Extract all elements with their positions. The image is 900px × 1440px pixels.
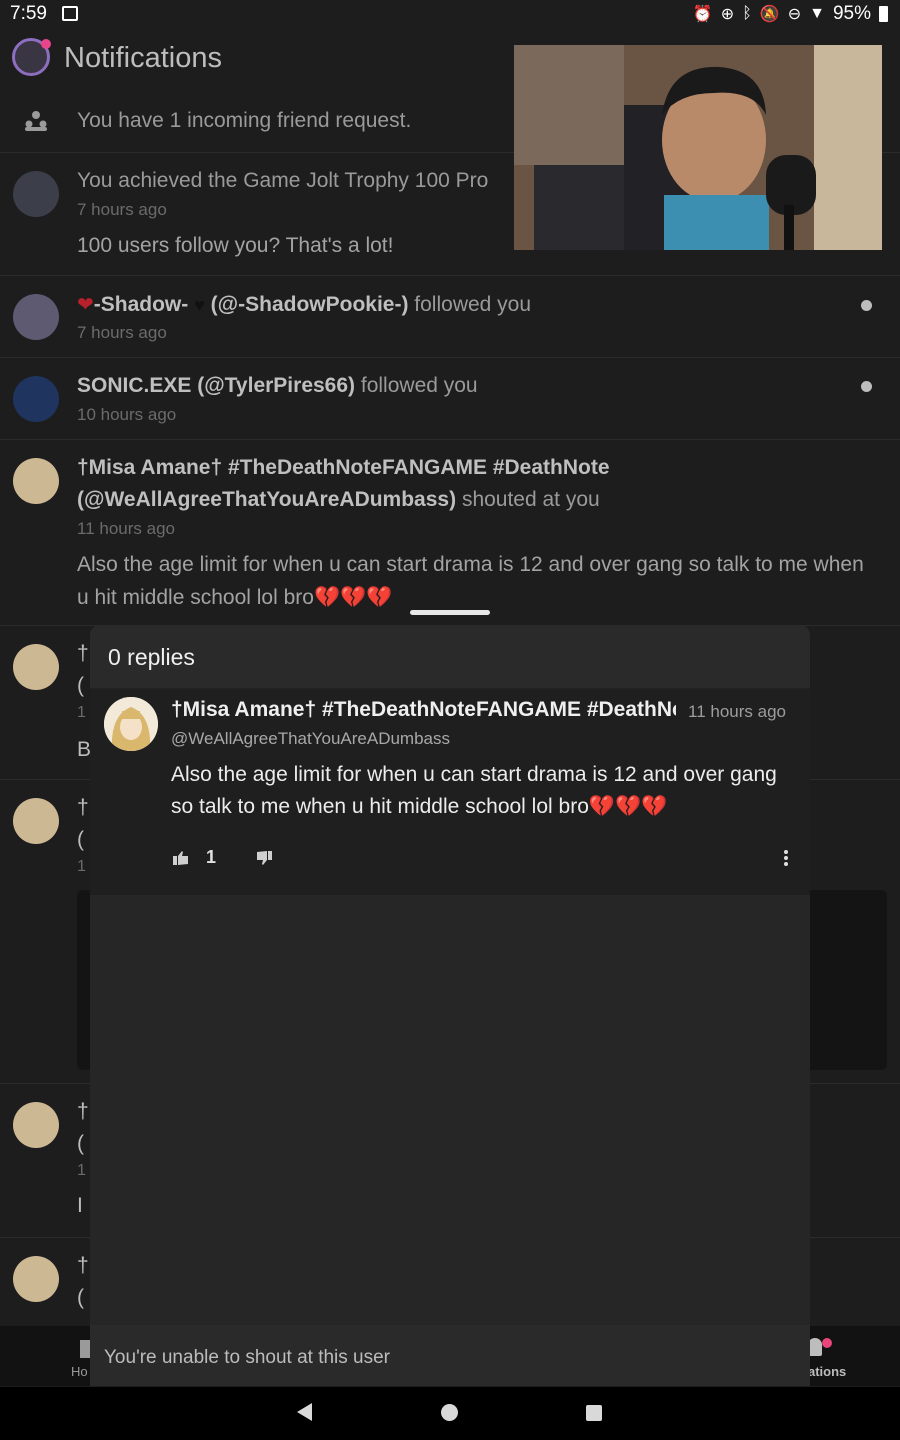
- trophy-avatar: [13, 171, 59, 217]
- replies-count-title: 0 replies: [108, 644, 195, 670]
- like-count: 1: [206, 847, 217, 867]
- partial-text: (: [77, 1132, 84, 1155]
- alarm-icon: ⏰: [692, 6, 713, 23]
- thumbs-down-icon[interactable]: [256, 851, 272, 865]
- notification-dot: [822, 1338, 832, 1348]
- shout-disabled-message: You're unable to shout at this user: [104, 1347, 391, 1368]
- post-handle[interactable]: @WeAllAgreeThatYouAreADumbass: [171, 729, 450, 749]
- bell-icon[interactable]: [808, 1338, 822, 1356]
- nav-notifications-label[interactable]: ations: [808, 1364, 846, 1379]
- post-body: Also the age limit for when u can start …: [171, 759, 791, 823]
- notification-text: †Misa Amane† #TheDeathNoteFANGAME #Death…: [77, 452, 870, 516]
- status-icons: ⏰ ⊕ ᛒ 🔕 ⊖ ▼ 95%: [693, 3, 888, 25]
- partial-text: 1: [77, 1162, 86, 1179]
- replies-list-empty: [90, 895, 810, 1325]
- friends-icon: [25, 111, 47, 131]
- webcam-image: [514, 45, 882, 250]
- notification-time: 10 hours ago: [77, 405, 177, 424]
- notification-dot: [41, 39, 51, 49]
- wifi-icon: ▼: [809, 5, 825, 22]
- user-handle: (@WeAllAgreeThatYouAreADumbass): [77, 488, 457, 511]
- user-avatar[interactable]: [13, 458, 59, 504]
- app-logo[interactable]: [12, 38, 51, 76]
- modal-header: 0 replies: [90, 625, 810, 689]
- status-bar: 7:59 ⏰ ⊕ ᛒ 🔕 ⊖ ▼ 95%: [0, 0, 900, 30]
- user-avatar[interactable]: [13, 294, 59, 340]
- notification-body-text: Also the age limit for when u can start …: [77, 553, 864, 609]
- notification-item[interactable]: †Misa Amane† #TheDeathNoteFANGAME #Death…: [0, 440, 900, 626]
- shout-post: †Misa Amane† #TheDeathNoteFANGAME #Death…: [90, 689, 810, 895]
- broken-hearts: 💔💔💔: [588, 795, 668, 818]
- author-avatar[interactable]: [104, 697, 158, 751]
- broken-hearts: 💔💔💔: [313, 586, 393, 609]
- unread-indicator: [861, 381, 872, 392]
- user-avatar[interactable]: [13, 1102, 59, 1148]
- mute-icon: 🔕: [759, 6, 780, 23]
- partial-text: I: [77, 1194, 83, 1217]
- back-icon[interactable]: [297, 1403, 312, 1421]
- user-avatar[interactable]: [13, 644, 59, 690]
- drag-handle[interactable]: [410, 610, 490, 615]
- notification-body: Also the age limit for when u can start …: [77, 548, 874, 614]
- black-heart-icon: ♥: [194, 295, 205, 315]
- avatar-image: [104, 697, 158, 751]
- partial-text: (: [77, 1286, 84, 1309]
- user-name: †Misa Amane† #TheDeathNoteFANGAME #Death…: [77, 456, 610, 479]
- heart-icon: ❤: [77, 294, 94, 316]
- more-options-icon[interactable]: [784, 850, 788, 866]
- home-button-icon[interactable]: [441, 1404, 458, 1421]
- user-name: -Shadow-: [93, 293, 189, 316]
- post-body-text: Also the age limit for when u can start …: [171, 763, 777, 818]
- notification-time: 7 hours ago: [77, 200, 167, 219]
- partial-text: B: [77, 738, 92, 761]
- post-time: 11 hours ago: [688, 702, 786, 721]
- partial-text: 1: [77, 704, 86, 721]
- notification-action: followed you: [414, 293, 532, 316]
- notification-action: shouted at you: [461, 488, 600, 511]
- page-title: Notifications: [64, 42, 222, 74]
- user-name: SONIC.EXE (@TylerPires66): [77, 374, 356, 397]
- partial-text: (: [77, 828, 84, 851]
- notification-time: 11 hours ago: [77, 519, 175, 538]
- user-avatar[interactable]: [13, 1256, 59, 1302]
- status-time: 7:59: [10, 3, 47, 24]
- partial-text: (: [77, 674, 84, 697]
- battery-percent: 95%: [832, 3, 871, 24]
- bluetooth-icon: ᛒ: [742, 5, 752, 22]
- unread-indicator: [861, 300, 872, 311]
- notification-item[interactable]: SONIC.EXE (@TylerPires66) followed you 1…: [0, 358, 900, 440]
- webcam-overlay: [514, 45, 882, 250]
- notification-text: SONIC.EXE (@TylerPires66) followed you: [77, 370, 870, 402]
- recent-apps-icon[interactable]: [586, 1405, 602, 1421]
- notification-text: ❤-Shadow- ♥ (@-ShadowPookie-) followed y…: [77, 289, 870, 321]
- dnd-icon: ⊖: [787, 6, 802, 23]
- user-avatar[interactable]: [13, 376, 59, 422]
- user-handle: (@-ShadowPookie-): [210, 293, 409, 316]
- battery-icon: [879, 6, 888, 22]
- notification-time: 7 hours ago: [77, 323, 167, 342]
- sync-icon: ⊕: [720, 6, 735, 23]
- system-navigation-bar: [0, 1387, 900, 1440]
- notification-action: followed you: [360, 374, 478, 397]
- modal-footer: You're unable to shout at this user: [90, 1326, 810, 1386]
- nav-home-label[interactable]: Ho: [71, 1364, 88, 1379]
- replies-modal: 0 replies †Misa Amane† #TheDeathNoteFANG…: [90, 625, 810, 1386]
- user-avatar[interactable]: [13, 798, 59, 844]
- image-notification-icon: [62, 6, 78, 21]
- thumbs-up-icon[interactable]: [173, 851, 189, 865]
- post-author[interactable]: †Misa Amane† #TheDeathNoteFANGAME #Death…: [171, 698, 676, 722]
- partial-text: 1: [77, 858, 86, 875]
- notification-item[interactable]: ❤-Shadow- ♥ (@-ShadowPookie-) followed y…: [0, 276, 900, 358]
